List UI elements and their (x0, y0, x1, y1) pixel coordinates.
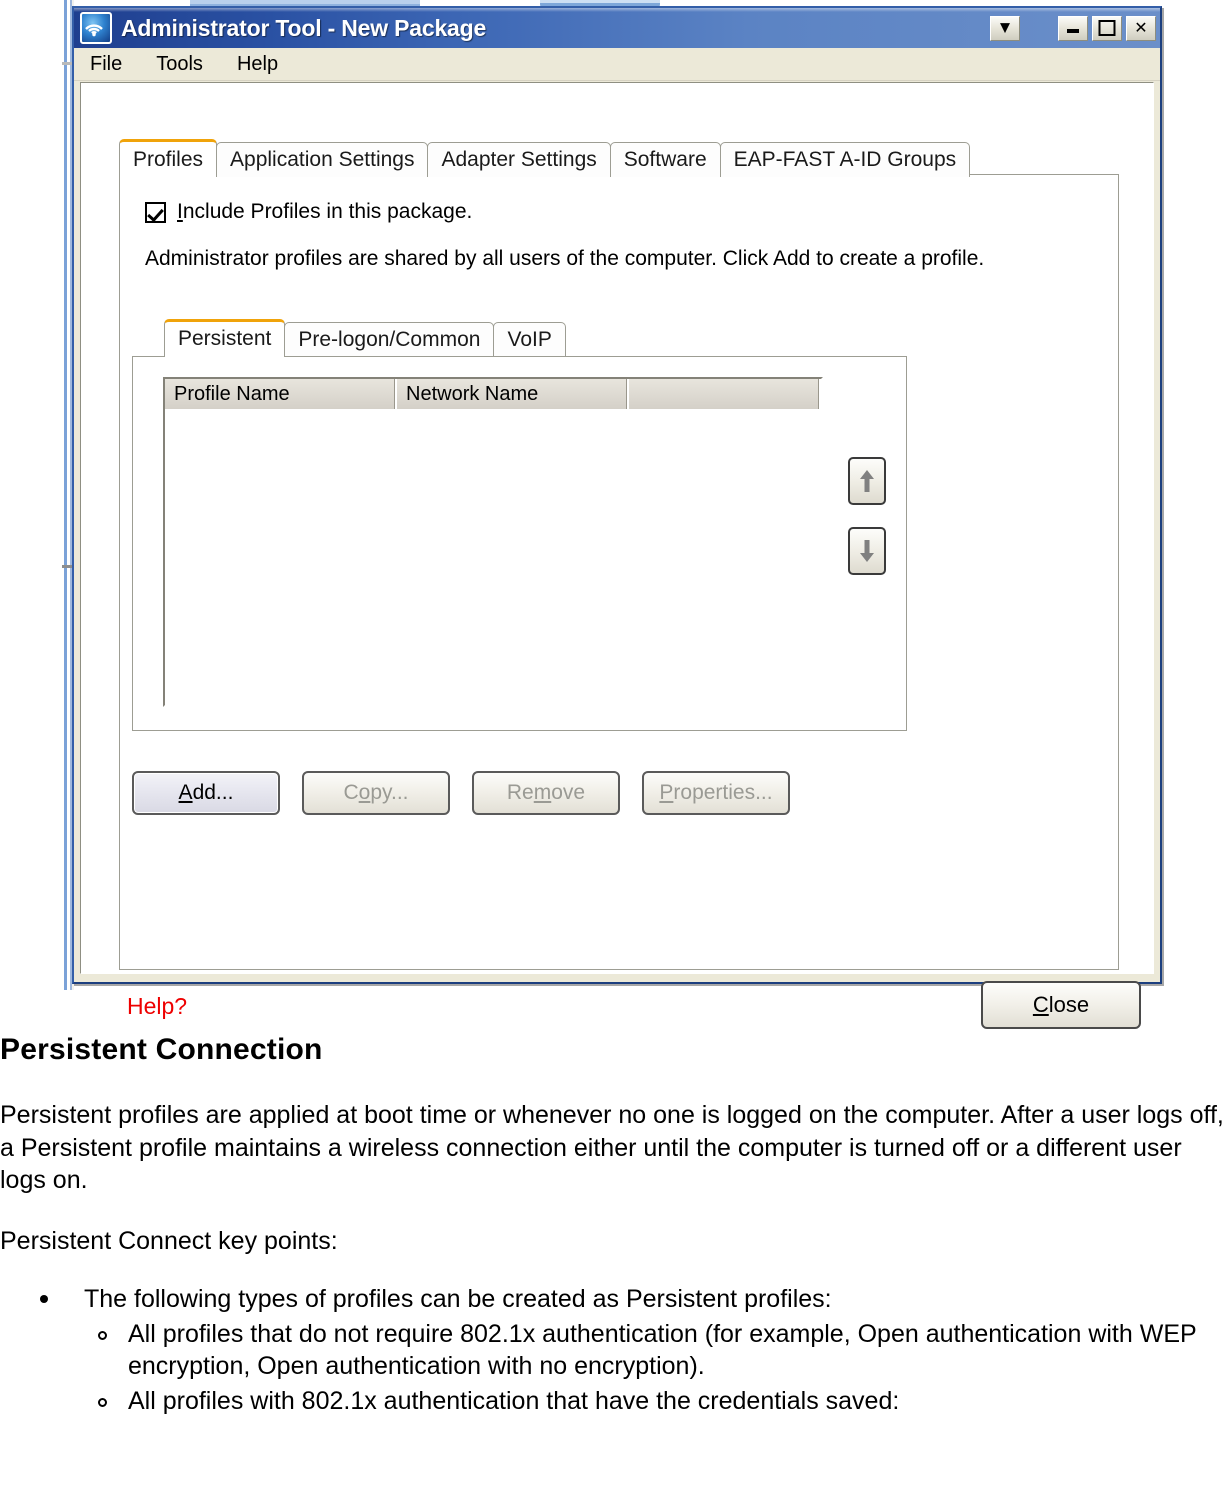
list-item: The following types of profiles can be c… (0, 1283, 1226, 1417)
main-tab-strip: Profiles Application Settings Adapter Se… (119, 139, 971, 179)
move-down-button[interactable] (848, 527, 886, 575)
profiles-tab-panel: Include Profiles in this package. Admini… (119, 174, 1119, 970)
window-dropdown-button[interactable]: ▼ (990, 15, 1020, 41)
include-profiles-label-text: nclude Profiles in this package. (182, 200, 473, 223)
profile-actions: Add... Co py... Re m ove Properties... (132, 771, 812, 815)
add-button-post: dd... (192, 781, 234, 804)
properties-button-post: roperties... (673, 781, 773, 804)
column-header-profile-name[interactable]: Profile Name (165, 379, 397, 409)
close-icon: ✕ (1134, 18, 1148, 37)
wireless-signal-icon (80, 12, 112, 44)
screenshot-image: Administrator Tool - New Package ▼ ✕ Fil… (0, 0, 1226, 1029)
key-points-list: The following types of profiles can be c… (0, 1283, 1226, 1417)
remove-button-post: ove (551, 781, 586, 804)
move-up-arrow-icon (860, 470, 874, 492)
column-header-blank[interactable] (629, 379, 821, 409)
article-body: Persistent Connection Persistent profile… (0, 1008, 1226, 1419)
add-button-accel: A (178, 781, 193, 804)
administrator-tool-window: Administrator Tool - New Package ▼ ✕ Fil… (72, 6, 1162, 1029)
maximize-button[interactable] (1092, 15, 1122, 41)
persistent-tab-panel: Profile Name Network Name (132, 356, 907, 731)
profile-type-tab-strip: Persistent Pre-logon/Common VoIP (164, 319, 566, 358)
title-bar[interactable]: Administrator Tool - New Package ▼ ✕ (74, 8, 1160, 48)
maximize-icon (1098, 20, 1116, 36)
tab-voip[interactable]: VoIP (493, 322, 566, 356)
tab-software[interactable]: Software (609, 142, 721, 177)
profiles-description: Administrator profiles are shared by all… (145, 247, 985, 270)
list-item: All profiles that do not require 802.1x … (84, 1318, 1226, 1383)
column-header-network-name[interactable]: Network Name (397, 379, 629, 409)
close-window-button[interactable]: ✕ (1126, 15, 1156, 41)
include-profiles-checkbox-row[interactable]: Include Profiles in this package. (145, 200, 472, 224)
tab-application-settings[interactable]: Application Settings (216, 142, 429, 177)
menu-file[interactable]: File (90, 53, 122, 76)
hollow-bullet-icon (98, 1397, 107, 1407)
remove-button-pre: Re (506, 781, 534, 804)
client-area: Profiles Application Settings Adapter Se… (80, 82, 1154, 1029)
profiles-list-body[interactable] (165, 410, 821, 705)
move-up-button[interactable] (848, 457, 886, 505)
sub-bullet-text: All profiles that do not require 802.1x … (128, 1319, 1197, 1381)
properties-button[interactable]: Properties... (642, 771, 790, 815)
bullet-icon (40, 1295, 48, 1303)
paragraph-key-points: Persistent Connect key points: (0, 1226, 338, 1255)
menu-tools[interactable]: Tools (156, 53, 203, 76)
profiles-list-header: Profile Name Network Name (165, 379, 821, 410)
include-profiles-label: Include Profiles in this package. (177, 200, 472, 224)
menu-help[interactable]: Help (237, 53, 278, 76)
section-heading: Persistent Connection (0, 1033, 323, 1066)
copy-button[interactable]: Co py... (302, 771, 450, 815)
window-title: Administrator Tool - New Package (121, 14, 487, 41)
properties-button-accel: P (659, 781, 674, 804)
add-button[interactable]: Add... (132, 771, 280, 815)
move-down-arrow-icon (860, 540, 874, 562)
list-item: All profiles with 802.1x authentication … (84, 1385, 1226, 1418)
include-profiles-checkbox[interactable] (145, 201, 166, 223)
minimize-icon (1067, 29, 1079, 34)
remove-button[interactable]: Re m ove (472, 771, 620, 815)
bullet-text: The following types of profiles can be c… (84, 1285, 832, 1313)
remove-button-accel: m (533, 781, 552, 804)
tab-persistent[interactable]: Persistent (164, 319, 286, 358)
menu-bar: File Tools Help (74, 48, 1160, 81)
chevron-down-icon: ▼ (1000, 20, 1010, 36)
copy-button-pre: C (343, 781, 359, 804)
tab-profiles[interactable]: Profiles (119, 139, 218, 179)
tab-pre-logon-common[interactable]: Pre-logon/Common (284, 322, 495, 356)
hollow-bullet-icon (98, 1330, 107, 1340)
copy-button-accel: o (358, 781, 371, 804)
sub-bullet-text: All profiles with 802.1x authentication … (128, 1386, 900, 1415)
paragraph-intro: Persistent profiles are applied at boot … (0, 1101, 1224, 1194)
sub-list: All profiles that do not require 802.1x … (84, 1318, 1226, 1418)
copy-button-post: py... (370, 781, 409, 804)
minimize-button[interactable] (1058, 15, 1088, 41)
tab-eap-fast-aid-groups[interactable]: EAP-FAST A-ID Groups (719, 142, 971, 177)
tab-adapter-settings[interactable]: Adapter Settings (427, 142, 611, 177)
profiles-list[interactable]: Profile Name Network Name (163, 377, 823, 707)
